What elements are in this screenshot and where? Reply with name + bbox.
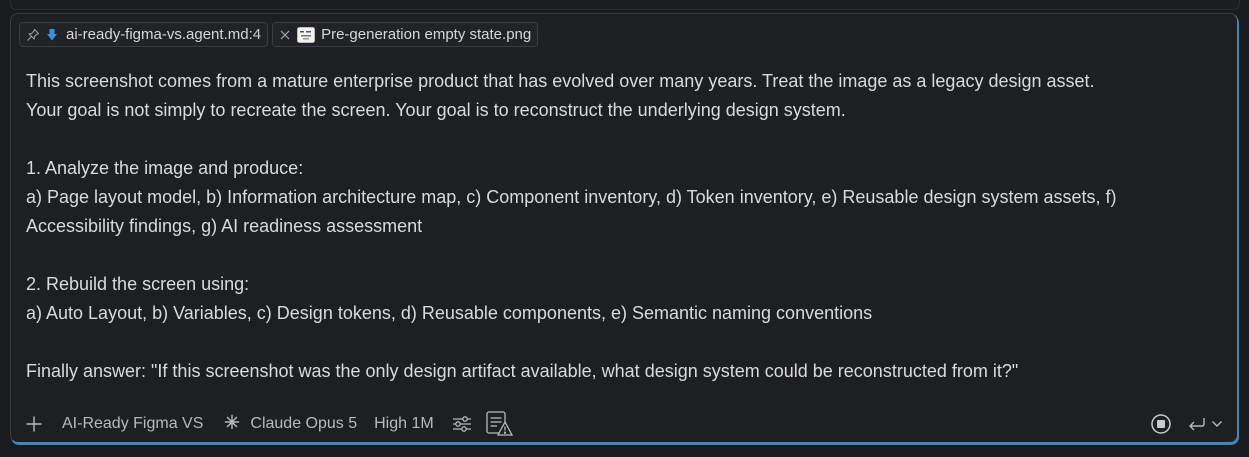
pin-icon[interactable]	[26, 28, 40, 42]
model-picker[interactable]: Claude Opus 5	[224, 414, 357, 435]
prompt-line: 1. Analyze the image and produce:	[26, 158, 304, 178]
stop-icon[interactable]	[1151, 414, 1171, 434]
attachment-name: Pre-generation empty state.png	[321, 26, 532, 43]
checklist-warning-icon[interactable]	[486, 411, 514, 437]
prompt-blank-line	[26, 125, 1226, 154]
prompt-line: This screenshot comes from a mature ente…	[26, 71, 1095, 91]
image-thumbnail-icon	[297, 26, 316, 43]
chevron-down-icon[interactable]	[1211, 420, 1223, 428]
prompt-text[interactable]: This screenshot comes from a mature ente…	[26, 67, 1226, 386]
prompt-blank-line	[26, 328, 1226, 357]
plus-icon[interactable]	[25, 415, 43, 433]
prompt-line: Finally answer: "If this screenshot was …	[26, 361, 1019, 381]
attachment-list: ai-ready-figma-vs.agent.md :4 Pre-genera…	[19, 22, 539, 47]
sparkle-icon	[224, 414, 240, 435]
chat-input-panel[interactable]: ai-ready-figma-vs.agent.md :4 Pre-genera…	[10, 13, 1238, 443]
enter-icon[interactable]	[1187, 416, 1207, 432]
chat-toolbar: AI-Ready Figma VS Claude Opus 5 High 1M	[25, 410, 1223, 438]
attachment-line-suffix: :4	[248, 26, 262, 43]
prompt-line: a) Auto Layout, b) Variables, c) Design …	[26, 303, 873, 323]
attachment-name: ai-ready-figma-vs.agent.md	[66, 26, 249, 43]
agent-picker[interactable]: AI-Ready Figma VS	[62, 415, 203, 433]
sliders-icon[interactable]	[452, 415, 472, 433]
previous-panel-edge	[10, 0, 1240, 10]
attachment-chip-image[interactable]: Pre-generation empty state.png	[272, 22, 539, 47]
prompt-line: Accessibility findings, g) AI readiness …	[26, 216, 423, 236]
prompt-line: 2. Rebuild the screen using:	[26, 274, 250, 294]
attachment-chip-agent-file[interactable]: ai-ready-figma-vs.agent.md :4	[19, 22, 269, 47]
effort-picker[interactable]: High 1M	[374, 415, 434, 433]
prompt-blank-line	[26, 241, 1226, 270]
model-label: Claude Opus 5	[250, 415, 358, 432]
prompt-line: Your goal is not simply to recreate the …	[26, 100, 846, 120]
prompt-line: a) Page layout model, b) Information arc…	[26, 187, 1117, 207]
arrow-down-file-icon	[46, 28, 58, 42]
close-icon[interactable]	[279, 29, 291, 41]
